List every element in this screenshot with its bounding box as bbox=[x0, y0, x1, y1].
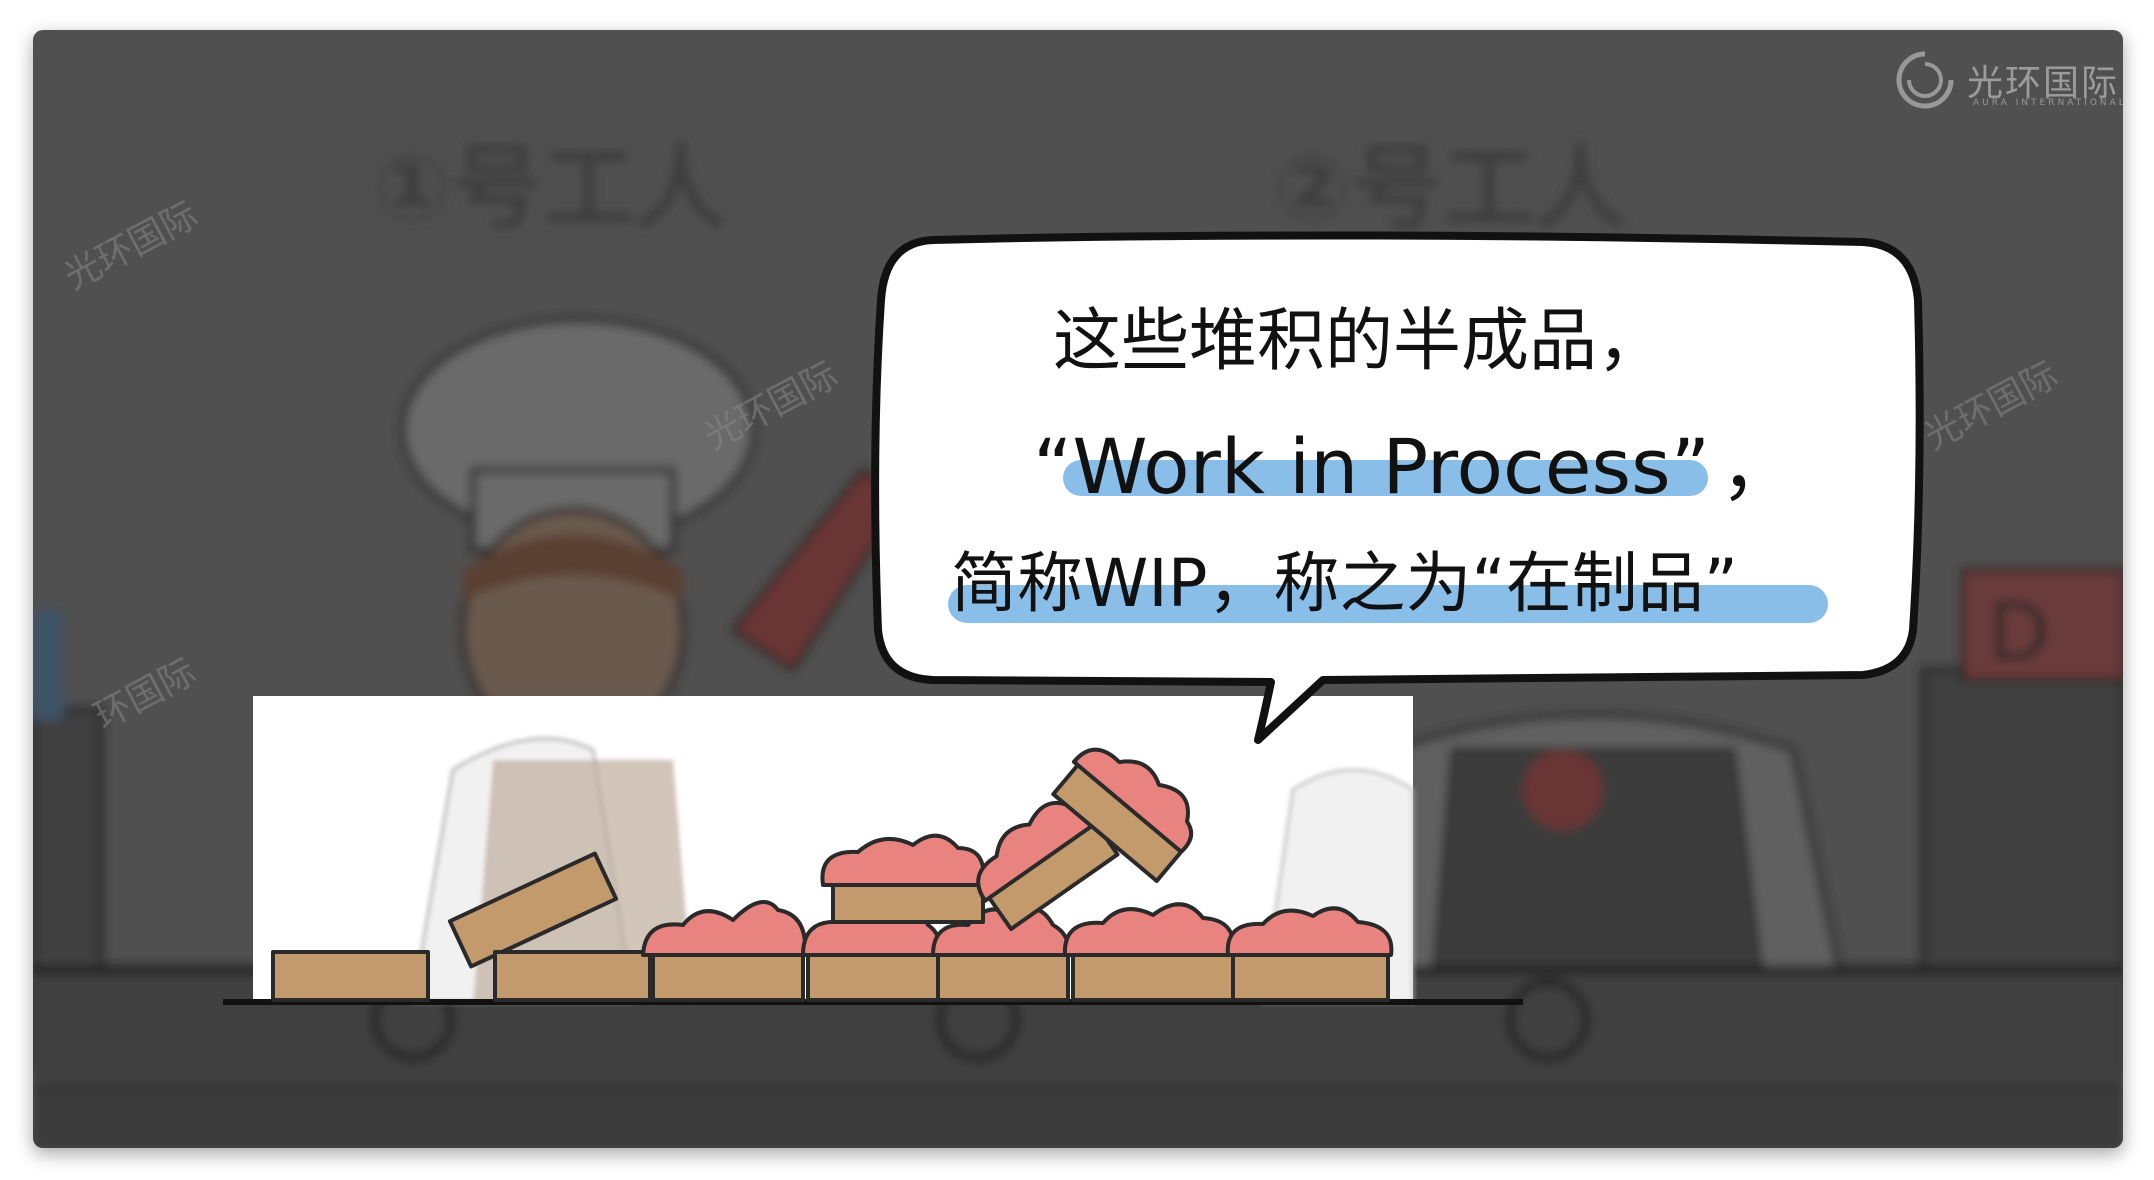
bubble-line-3: 简称WIP，称之为“在制品” bbox=[951, 545, 1738, 622]
aura-swirl-icon bbox=[1896, 51, 1954, 109]
logo-subtext: AURA INTERNATIONAL bbox=[1973, 98, 2123, 108]
brand-logo: 光环国际 AURA INTERNATIONAL bbox=[1893, 40, 2123, 120]
comma: ， bbox=[1720, 422, 1797, 511]
watermark-text: 光环国际 bbox=[1918, 354, 2064, 458]
video-frame[interactable]: ①号工人 ②号工人 D 光环国际 光环国际 环国际 光环国际 这些堆积的半成品，… bbox=[33, 30, 2123, 1148]
sign-letter: D bbox=[1988, 586, 2050, 679]
bubble-line-2: “Work in Process”， bbox=[1033, 405, 1796, 515]
quote-open: “ bbox=[1033, 422, 1073, 511]
worker-2-label: ②号工人 bbox=[1273, 135, 1627, 242]
bubble-line-1: 这些堆积的半成品， bbox=[1053, 302, 1666, 381]
watermark-text: 光环国际 bbox=[58, 194, 204, 298]
plain-cake-box bbox=[271, 950, 430, 1002]
worker-1-label: ①号工人 bbox=[373, 135, 727, 242]
term-work-in-process: Work in Process bbox=[1072, 422, 1671, 511]
watermark-text: 环国际 bbox=[88, 651, 203, 738]
plain-cake-box bbox=[493, 950, 652, 1002]
quote-close: ” bbox=[1670, 422, 1711, 511]
